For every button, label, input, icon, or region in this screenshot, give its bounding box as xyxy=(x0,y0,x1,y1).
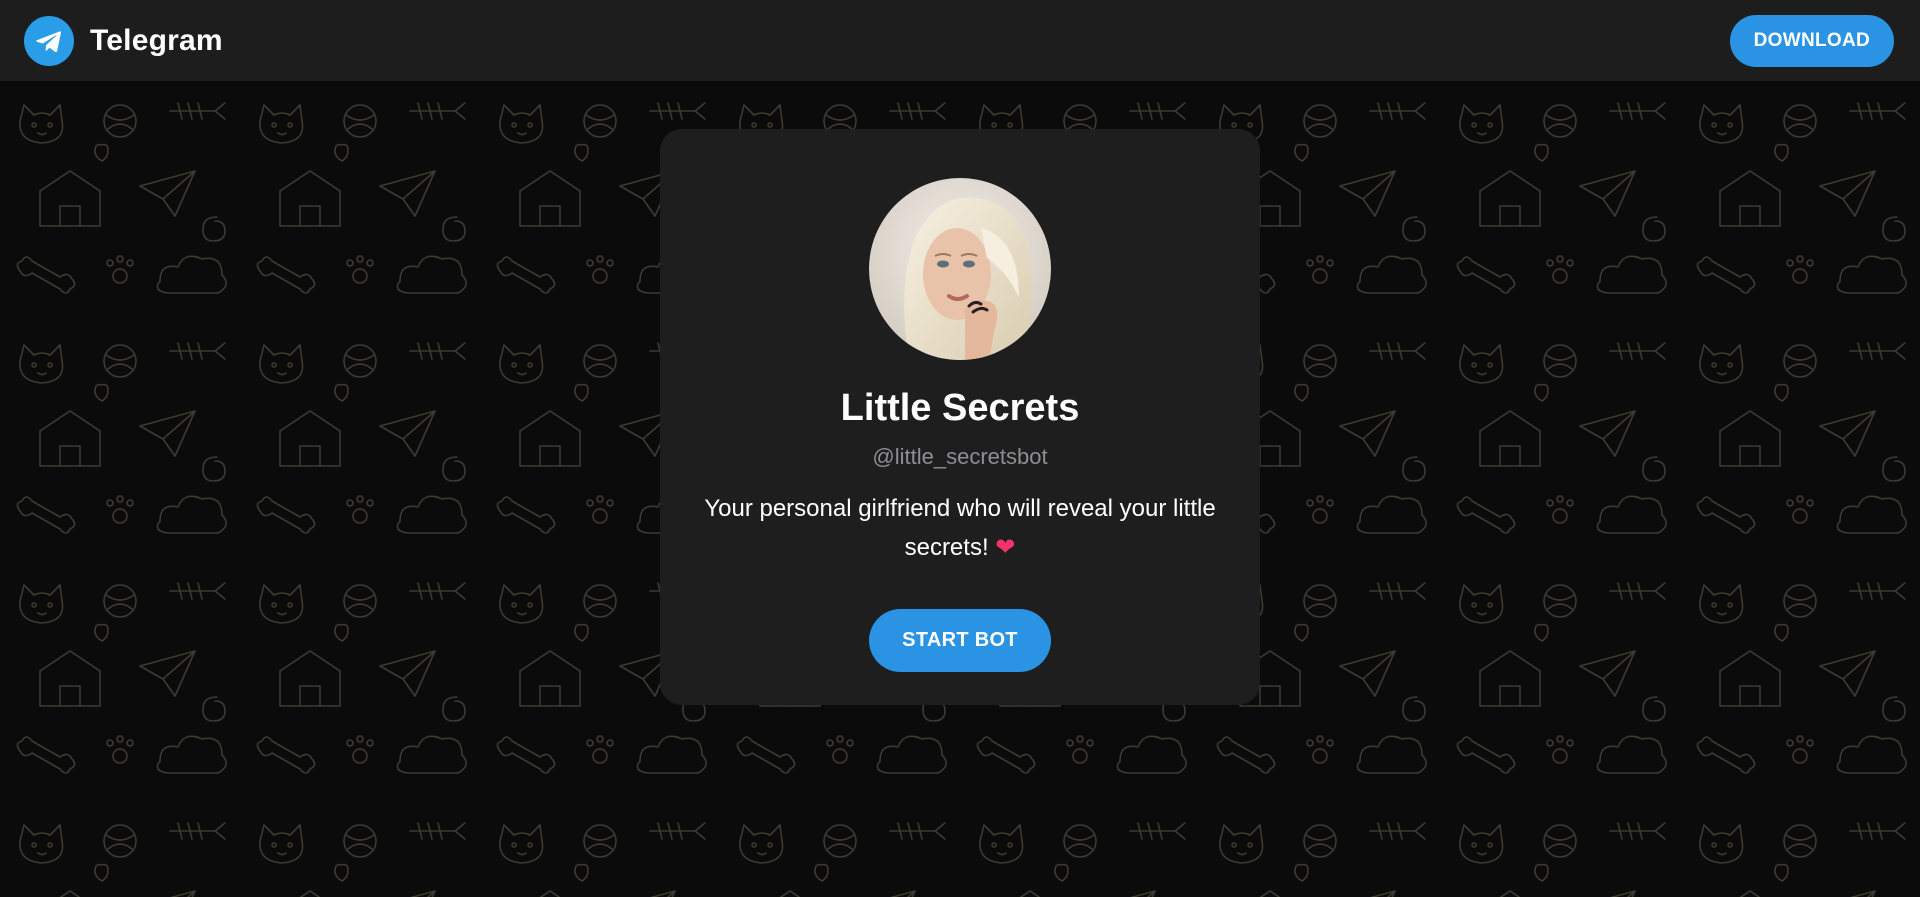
brand[interactable]: Telegram xyxy=(24,15,223,66)
telegram-logo-icon xyxy=(24,15,74,66)
download-button[interactable]: DOWNLOAD xyxy=(1729,14,1894,67)
bot-profile-card: Little Secrets @little_secretsbot Your p… xyxy=(660,129,1260,705)
top-bar: Telegram DOWNLOAD xyxy=(0,0,1920,81)
heart-emoji-icon: ❤ xyxy=(995,533,1016,561)
start-bot-button[interactable]: START BOT xyxy=(869,609,1051,672)
bot-title: Little Secrets xyxy=(840,387,1080,429)
brand-name: Telegram xyxy=(90,23,223,57)
bot-description: Your personal girlfriend who will reveal… xyxy=(690,490,1230,567)
bot-avatar xyxy=(869,178,1051,360)
bot-description-text: Your personal girlfriend who will reveal… xyxy=(704,495,1216,561)
bot-username: @little_secretsbot xyxy=(872,444,1048,469)
